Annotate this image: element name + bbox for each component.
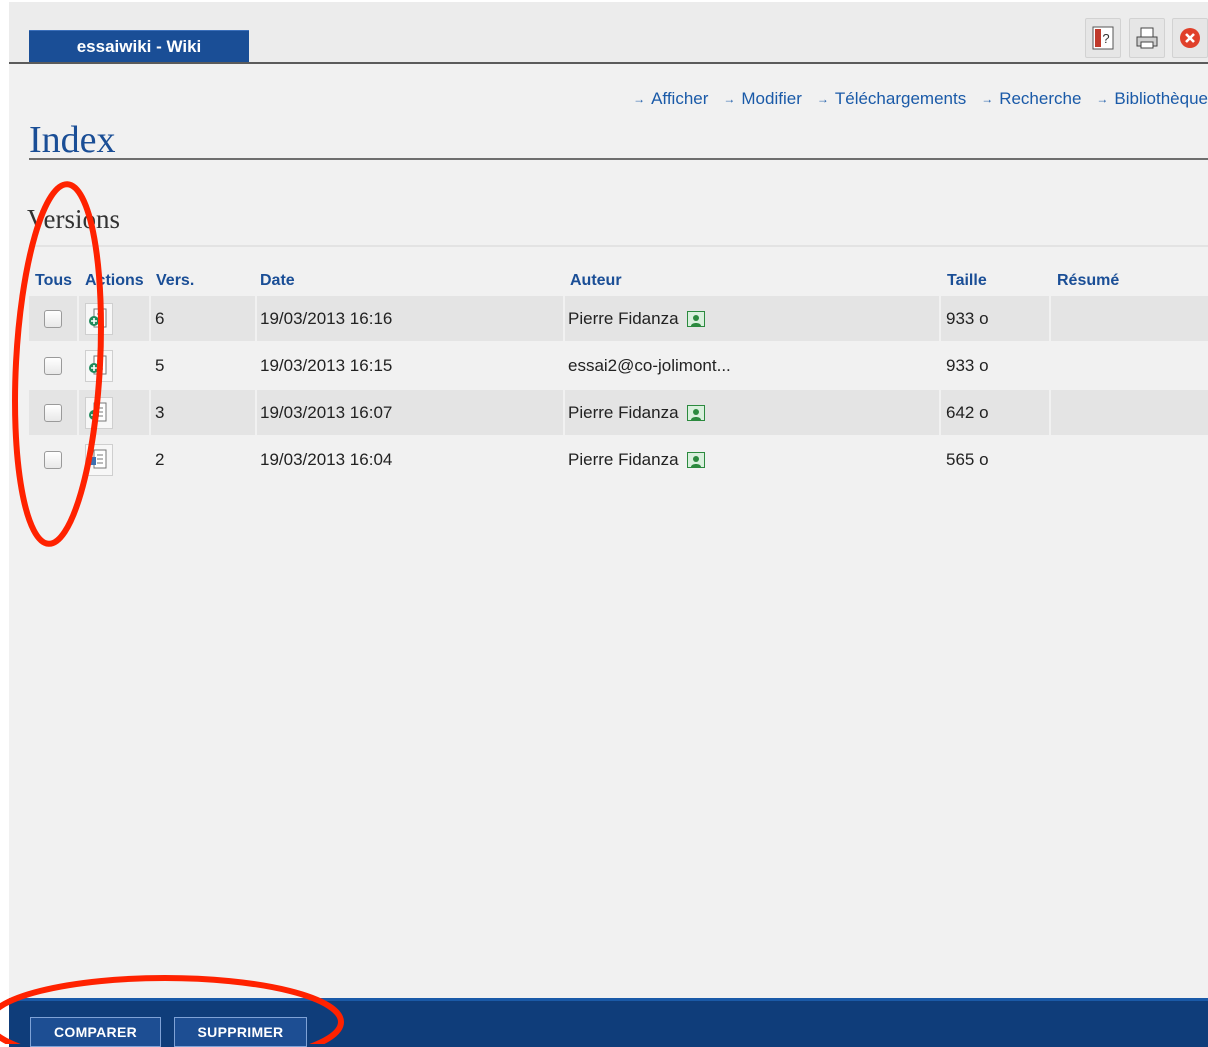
summary-cell (1051, 437, 1208, 482)
row-checkbox[interactable] (44, 403, 62, 422)
header-size[interactable]: Taille (947, 272, 987, 290)
header-actions: Actions (85, 272, 144, 289)
nav-telechargements[interactable]: → Téléchargements (817, 88, 966, 110)
arrow-right-icon: → (1096, 92, 1109, 106)
date-cell: 19/03/2013 16:04 (257, 437, 563, 482)
date-cell: 19/03/2013 16:15 (257, 343, 563, 388)
select-cell (29, 343, 77, 388)
arrow-right-icon: → (723, 92, 736, 106)
row-checkbox[interactable] (44, 450, 62, 469)
nav-label[interactable]: Bibliothèque (1114, 89, 1208, 109)
header-all[interactable]: Tous (35, 272, 72, 290)
version-cell: 6 (151, 296, 255, 341)
header-version[interactable]: Vers. (156, 272, 194, 290)
portlet-title-tab[interactable]: essaiwiki - Wiki (29, 30, 249, 62)
header-summary: Résumé (1057, 272, 1120, 289)
version-cell: 3 (151, 390, 255, 435)
user-profile-icon[interactable] (686, 404, 705, 421)
version-date-link[interactable]: 19/03/2013 16:04 (260, 450, 392, 470)
version-date-link[interactable]: 19/03/2013 16:15 (260, 356, 392, 376)
author-name: Pierre Fidanza (568, 449, 679, 469)
table-row: 6 19/03/2013 16:16 Pierre Fidanza 933 o (29, 296, 1208, 341)
page-title: Index (29, 119, 116, 161)
user-profile-icon[interactable] (686, 310, 705, 327)
table-row: 5 19/03/2013 16:15 essai2@co-jolimont...… (29, 343, 1208, 388)
table-row: 3 19/03/2013 16:07 Pierre Fidanza 642 o (29, 390, 1208, 435)
user-profile-icon[interactable] (686, 451, 705, 468)
size-cell: 565 o (946, 449, 989, 469)
nav-label[interactable]: Afficher (651, 89, 708, 109)
action-bar: COMPARER SUPPRIMER (9, 998, 1208, 1047)
size-cell: 642 o (941, 390, 1049, 435)
section-divider (29, 245, 1208, 247)
version-date-link[interactable]: 19/03/2013 16:16 (260, 309, 392, 329)
svg-text:?: ? (1102, 31, 1109, 46)
header-date[interactable]: Date (260, 272, 295, 290)
nav-label[interactable]: Téléchargements (835, 89, 966, 109)
author-name: Pierre Fidanza (568, 308, 679, 328)
size-cell: 933 o (946, 355, 989, 375)
actions-cell (79, 296, 149, 341)
version-date-link[interactable]: 19/03/2013 16:07 (260, 403, 392, 423)
summary-cell (1051, 296, 1208, 341)
summary-cell (1051, 343, 1208, 388)
select-cell (29, 437, 77, 482)
print-icon[interactable] (1129, 18, 1165, 58)
nav-recherche[interactable]: → Recherche (981, 88, 1081, 110)
nav-afficher[interactable]: → Afficher (633, 88, 708, 110)
row-checkbox[interactable] (44, 309, 62, 328)
nav-bibliotheque[interactable]: → Bibliothèque (1096, 88, 1208, 110)
select-cell (29, 296, 77, 341)
version-cell: 2 (155, 449, 165, 469)
wiki-navigation: → Afficher → Modifier → Téléchargements → Re… (633, 88, 1208, 110)
view-version-icon[interactable] (85, 443, 113, 476)
size-cell: 933 o (941, 296, 1049, 341)
date-cell: 19/03/2013 16:07 (257, 390, 563, 435)
author-cell: Pierre Fidanza (565, 390, 939, 435)
select-cell (29, 390, 77, 435)
actions-cell (79, 343, 149, 388)
version-cell: 5 (155, 355, 165, 375)
author-cell: essai2@co-jolimont... (565, 343, 939, 388)
compare-button[interactable]: COMPARER (30, 1017, 161, 1047)
delete-button[interactable]: SUPPRIMER (174, 1017, 307, 1047)
nav-label[interactable]: Recherche (999, 89, 1081, 109)
table-row: 2 19/03/2013 16:04 Pierre Fidanza 565 o (29, 437, 1208, 482)
arrow-right-icon: → (981, 92, 994, 106)
restore-version-icon[interactable] (85, 349, 113, 382)
row-checkbox[interactable] (44, 356, 62, 375)
author-name: Pierre Fidanza (568, 402, 679, 422)
title-divider (29, 158, 1208, 160)
close-icon[interactable] (1172, 18, 1208, 58)
arrow-right-icon: → (633, 92, 646, 106)
restore-version-icon[interactable] (85, 302, 113, 335)
author-cell: Pierre Fidanza (565, 437, 939, 482)
nav-modifier[interactable]: → Modifier (723, 88, 801, 110)
portlet-header: essaiwiki - Wiki ? (9, 2, 1208, 64)
actions-cell (79, 390, 149, 435)
restore-version-icon[interactable] (85, 396, 113, 429)
arrow-right-icon: → (816, 92, 829, 106)
author-cell: Pierre Fidanza (565, 296, 939, 341)
actions-cell (79, 437, 149, 482)
header-author[interactable]: Auteur (570, 272, 622, 290)
nav-label[interactable]: Modifier (741, 89, 801, 109)
table-header: Tous Actions Vers. Date Auteur Taille Ré… (9, 272, 1208, 294)
wiki-portlet: essaiwiki - Wiki ? → Afficher → Modifier (9, 2, 1208, 1047)
section-title: Versions (27, 204, 120, 234)
date-cell: 19/03/2013 16:16 (257, 296, 563, 341)
summary-cell (1051, 390, 1208, 435)
author-name: essai2@co-jolimont... (568, 355, 731, 375)
help-icon[interactable]: ? (1085, 18, 1121, 58)
